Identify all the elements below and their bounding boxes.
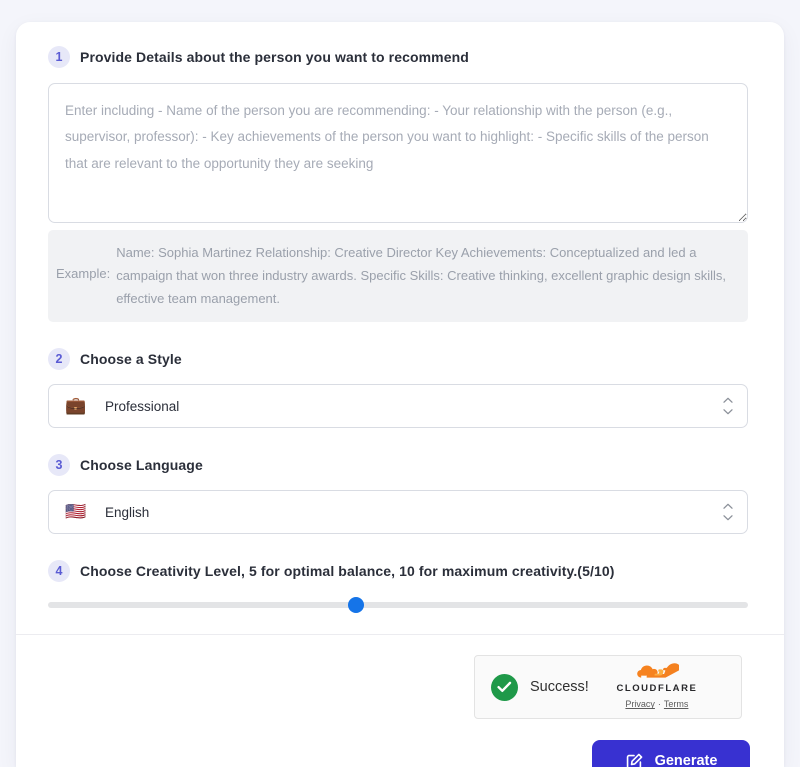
chevron-updown-icon[interactable] [723, 397, 733, 415]
generator-card: 1 Provide Details about the person you w… [16, 22, 784, 767]
step-3-heading: 3 Choose Language [48, 454, 752, 477]
link-separator: · [657, 699, 661, 710]
example-label: Example: [56, 266, 111, 281]
terms-link[interactable]: Terms [664, 699, 689, 709]
step-2-label: Choose a Style [80, 351, 182, 368]
creativity-slider[interactable] [48, 597, 748, 614]
step-1-label: Provide Details about the person you wan… [80, 49, 469, 65]
turnstile-links: Privacy · Terms [625, 699, 688, 709]
step-3-badge: 3 [48, 454, 70, 477]
details-textarea[interactable] [48, 83, 748, 223]
us-flag-icon: 🇺🇸 [65, 501, 87, 522]
cloudflare-branding: CLOUDFLARE Privacy · Terms [589, 663, 725, 711]
style-select[interactable]: 💼 Professional [48, 384, 748, 429]
chevron-updown-icon[interactable] [723, 503, 733, 521]
form-body: 1 Provide Details about the person you w… [16, 22, 784, 634]
step-2-heading: 2 Choose a Style [48, 348, 752, 371]
example-text: Name: Sophia Martinez Relationship: Crea… [116, 245, 727, 307]
style-block: 2 Choose a Style 💼 Professional [48, 348, 752, 429]
cloudflare-turnstile-widget[interactable]: Success! CLOUDFLARE Privacy · Terms [474, 655, 742, 720]
step-1-badge: 1 [48, 46, 70, 68]
privacy-link[interactable]: Privacy [625, 699, 655, 709]
creativity-slider-thumb[interactable] [348, 597, 364, 614]
step-3-label: Choose Language [80, 457, 203, 474]
details-field-wrap [48, 83, 752, 223]
card-footer: Success! CLOUDFLARE Privacy · Terms Gene… [16, 635, 784, 767]
step-2-badge: 2 [48, 348, 70, 371]
success-check-icon [491, 673, 518, 701]
generate-button[interactable]: Generate [592, 740, 750, 767]
example-box: Example: Name: Sophia Martinez Relations… [48, 230, 748, 323]
generate-button-label: Generate [654, 753, 718, 767]
briefcase-icon: 💼 [65, 395, 87, 416]
step-4-label: Choose Creativity Level, 5 for optimal b… [80, 563, 615, 580]
language-select[interactable]: 🇺🇸 English [48, 490, 748, 535]
cloudflare-cloud-icon [589, 663, 725, 679]
creativity-block: 4 Choose Creativity Level, 5 for optimal… [48, 560, 752, 634]
cloudflare-wordmark: CLOUDFLARE [616, 683, 698, 695]
step-1-heading: 1 Provide Details about the person you w… [48, 46, 752, 68]
language-block: 3 Choose Language 🇺🇸 English [48, 454, 752, 535]
step-4-heading: 4 Choose Creativity Level, 5 for optimal… [48, 560, 752, 583]
step-4-badge: 4 [48, 560, 70, 583]
language-select-value: English [105, 504, 150, 520]
style-select-value: Professional [105, 398, 180, 414]
edit-square-icon [625, 752, 644, 767]
turnstile-status: Success! [530, 679, 589, 696]
